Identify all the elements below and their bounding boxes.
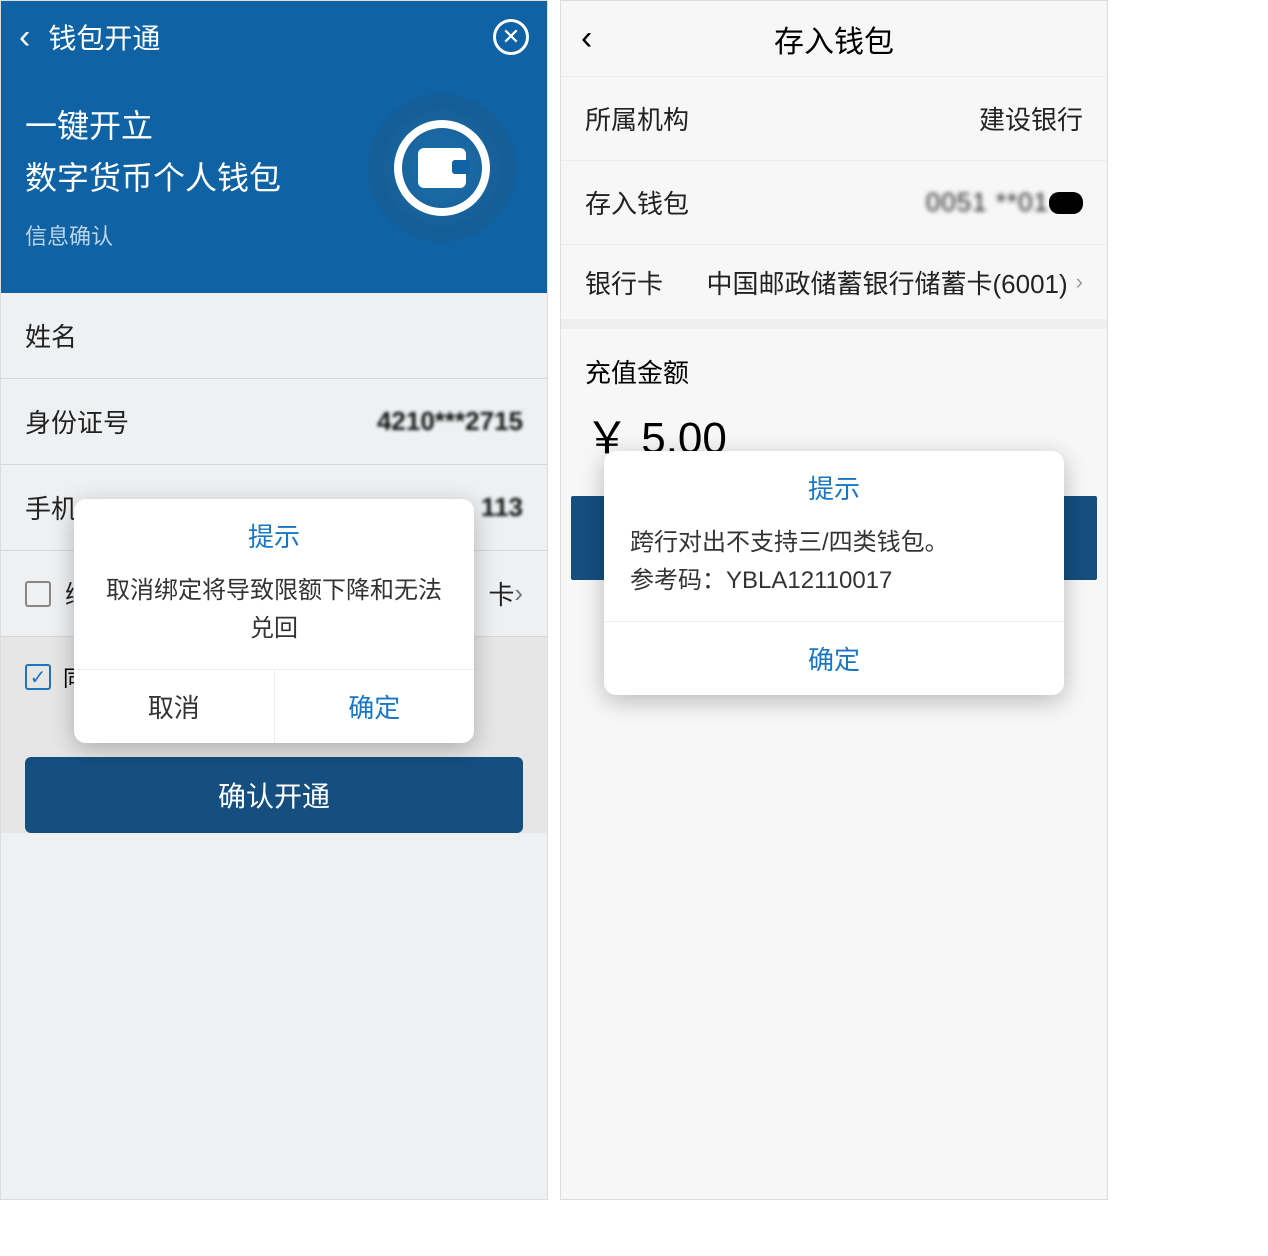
row-bank-card[interactable]: 银行卡 中国邮政储蓄银行储蓄卡(6001) ›	[561, 245, 1107, 329]
org-value: 建设银行	[979, 100, 1083, 137]
wallet-label: 存入钱包	[585, 184, 926, 221]
row-id[interactable]: 身份证号 4210***2715	[1, 379, 547, 465]
id-label: 身份证号	[25, 403, 377, 440]
wallet-icon	[367, 93, 517, 243]
dialog-cancel-button[interactable]: 取消	[74, 670, 275, 743]
dialog-message-line2: 参考码：YBLA12110017	[630, 562, 1038, 600]
id-value: 4210***2715	[377, 406, 523, 437]
back-icon[interactable]: ‹	[581, 19, 621, 58]
dialog-message-line1: 跨行对出不支持三/四类钱包。	[630, 524, 1038, 562]
chevron-right-icon: ›	[1076, 269, 1083, 295]
redaction-mark	[1049, 192, 1083, 214]
dialog-ok-button[interactable]: 确定	[275, 670, 475, 743]
dialog-title: 提示	[74, 499, 474, 566]
dialog-ok-button[interactable]: 确定	[604, 622, 1064, 695]
org-label: 所属机构	[585, 100, 979, 137]
dialog-message: 取消绑定将导致限额下降和无法兑回	[74, 566, 474, 669]
agree-checkbox[interactable]: ✓	[25, 664, 51, 690]
card-value: 中国邮政储蓄银行储蓄卡(6001)	[707, 264, 1068, 301]
row-org[interactable]: 所属机构 建设银行	[561, 77, 1107, 161]
name-label: 姓名	[25, 317, 523, 354]
wallet-value: 0051 **01	[926, 187, 1049, 218]
left-screen: ‹ 钱包开通 ✕ 一键开立 数字货币个人钱包 信息确认 姓名 身份证号 4210…	[0, 0, 548, 1200]
right-screen: ‹ 存入钱包 所属机构 建设银行 存入钱包 0051 **01 银行卡 中国邮政…	[560, 0, 1108, 1200]
checkbox-icon[interactable]	[25, 581, 51, 607]
page-title: 钱包开通	[48, 17, 493, 57]
row-wallet[interactable]: 存入钱包 0051 **01	[561, 161, 1107, 245]
confirm-open-button[interactable]: 确认开通	[25, 757, 523, 833]
left-nav: ‹ 钱包开通 ✕	[1, 1, 547, 73]
unbind-confirm-dialog: 提示 取消绑定将导致限额下降和无法兑回 取消 确定	[74, 499, 474, 743]
row-name[interactable]: 姓名	[1, 293, 547, 379]
dialog-message: 跨行对出不支持三/四类钱包。 参考码：YBLA12110017	[604, 518, 1064, 621]
amount-label: 充值金额	[561, 329, 1107, 402]
bind-label-suffix: 卡	[488, 575, 514, 612]
chevron-right-icon: ›	[514, 578, 523, 609]
back-icon[interactable]: ‹	[19, 18, 30, 57]
hero-banner: 一键开立 数字货币个人钱包 信息确认	[1, 73, 547, 293]
page-title: 存入钱包	[621, 17, 1087, 61]
error-dialog: 提示 跨行对出不支持三/四类钱包。 参考码：YBLA12110017 确定	[604, 451, 1064, 695]
dialog-title: 提示	[604, 451, 1064, 518]
close-icon[interactable]: ✕	[493, 19, 529, 55]
phone-value: 113	[481, 492, 523, 523]
right-nav: ‹ 存入钱包	[561, 1, 1107, 77]
card-label: 银行卡	[585, 264, 707, 301]
